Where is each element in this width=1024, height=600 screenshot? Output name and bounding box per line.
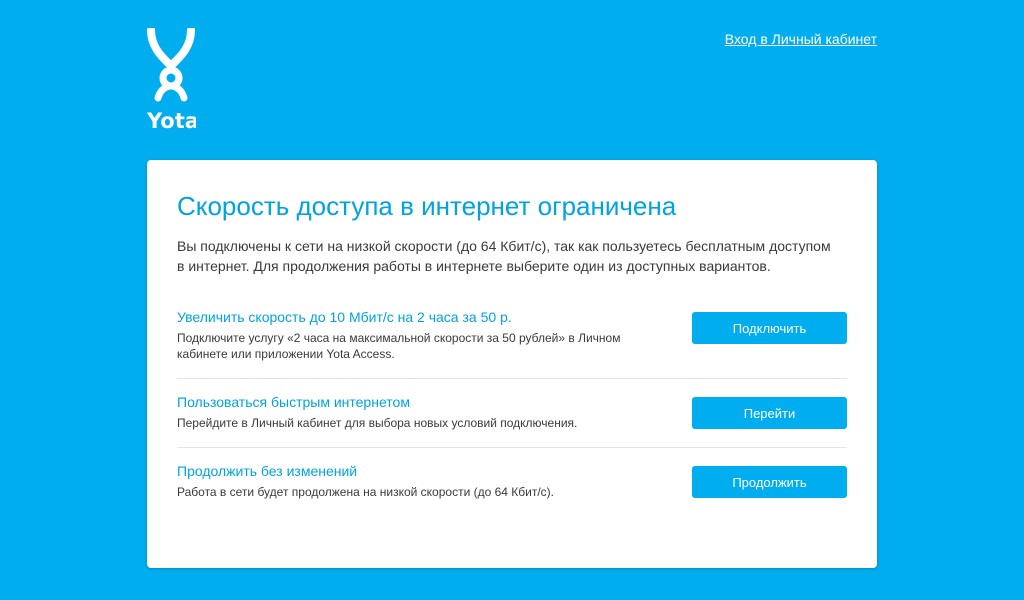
option-fast-internet: Пользоваться быстрым интернетом Перейдит… xyxy=(177,378,847,447)
continue-button[interactable]: Продолжить xyxy=(692,466,847,498)
option-title[interactable]: Увеличить скорость до 10 Мбит/с на 2 час… xyxy=(177,308,647,326)
option-title[interactable]: Пользоваться быстрым интернетом xyxy=(177,393,647,411)
option-description: Перейдите в Личный кабинет для выбора но… xyxy=(177,416,578,430)
card-description: Вы подключены к сети на низкой скорости … xyxy=(177,238,831,274)
yota-logo-icon: Yota xyxy=(146,28,196,130)
restriction-card: Скорость доступа в интернет ограничена В… xyxy=(147,160,877,568)
options-list: Увеличить скорость до 10 Мбит/с на 2 час… xyxy=(177,296,847,516)
go-button[interactable]: Перейти xyxy=(692,397,847,429)
option-text: Пользоваться быстрым интернетом Перейдит… xyxy=(177,393,647,431)
option-speed-boost: Увеличить скорость до 10 Мбит/с на 2 час… xyxy=(177,296,847,378)
option-continue: Продолжить без изменений Работа в сети б… xyxy=(177,447,847,516)
login-link[interactable]: Вход в Личный кабинет xyxy=(725,31,877,47)
page-title: Скорость доступа в интернет ограничена xyxy=(177,191,677,221)
option-text: Увеличить скорость до 10 Мбит/с на 2 час… xyxy=(177,308,647,362)
option-description: Работа в сети будет продолжена на низкой… xyxy=(177,485,555,499)
page: Yota Вход в Личный кабинет Скорость дост… xyxy=(0,0,1024,600)
option-text: Продолжить без изменений Работа в сети б… xyxy=(177,462,647,500)
yota-logo[interactable]: Yota xyxy=(146,28,196,130)
option-title[interactable]: Продолжить без изменений xyxy=(177,462,647,480)
connect-button[interactable]: Подключить xyxy=(692,312,847,344)
yota-logo-text: Yota xyxy=(146,109,196,130)
option-description: Подключите услугу «2 часа на максимально… xyxy=(177,331,621,361)
